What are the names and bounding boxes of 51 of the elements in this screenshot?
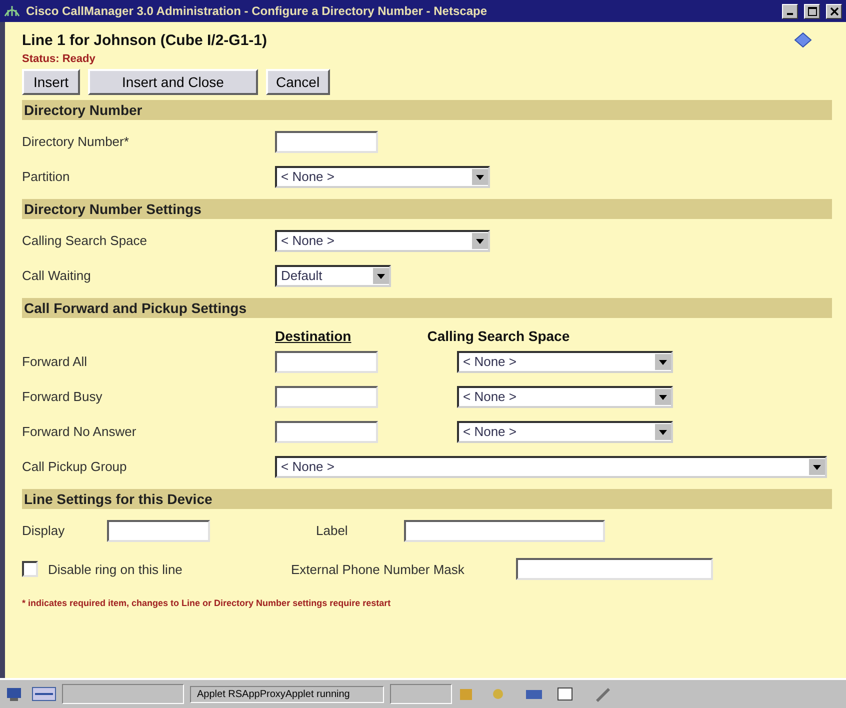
connection-icon xyxy=(32,687,56,701)
field-label: Call Pickup Group xyxy=(22,459,128,474)
field-label: Directory Number* xyxy=(22,134,130,149)
close-button[interactable] xyxy=(826,4,842,18)
input-field[interactable] xyxy=(275,420,378,442)
input-field[interactable] xyxy=(275,386,378,408)
field-label: Calling Search Space xyxy=(22,233,148,248)
section-header: Directory Number xyxy=(22,100,832,120)
checkbox[interactable] xyxy=(22,561,38,577)
close-icon xyxy=(830,6,838,16)
column-header: Destination xyxy=(275,328,352,344)
status-text: Status: Ready xyxy=(22,53,96,65)
dropdown[interactable]: < None > xyxy=(457,350,673,372)
dropdown[interactable]: < None > xyxy=(275,230,490,252)
input-field[interactable] xyxy=(107,520,210,542)
pen-icon xyxy=(594,686,612,702)
maximize-button[interactable] xyxy=(804,4,820,18)
field-label: Display xyxy=(22,523,66,538)
input-field[interactable] xyxy=(275,130,378,152)
input-field[interactable] xyxy=(275,350,378,372)
dropdown[interactable]: < None > xyxy=(275,166,490,188)
section-header: Line Settings for this Device xyxy=(22,489,832,509)
input-field[interactable] xyxy=(404,520,605,542)
maximize-icon xyxy=(808,6,816,16)
action-button[interactable]: Insert and Close xyxy=(88,69,258,95)
field-label: Call Waiting xyxy=(22,268,92,283)
field-label: Forward No Answer xyxy=(22,424,138,439)
dropdown[interactable]: < None > xyxy=(457,420,673,442)
action-button[interactable]: Insert xyxy=(22,69,80,95)
help-icon[interactable] xyxy=(794,32,812,48)
window-title: Cisco CallManager 3.0 Administration - Configure a Directory Number - Netscape xyxy=(26,4,488,18)
field-label: External Phone Number Mask xyxy=(291,562,466,576)
footnote: * indicates required item, changes to Line or Directory Number settings require restart xyxy=(22,598,392,608)
bridge-icon xyxy=(4,4,20,18)
dropdown[interactable]: Default xyxy=(275,264,391,286)
field-label: Forward All xyxy=(22,354,88,369)
action-button[interactable]: Cancel xyxy=(266,69,330,95)
dropdown[interactable]: < None > xyxy=(457,386,673,408)
dropdown[interactable]: < None > xyxy=(275,456,827,478)
page-heading: Line 1 for Johnson (Cube I/2-G1-1) xyxy=(22,32,268,49)
status-panel xyxy=(390,684,452,704)
column-header: Calling Search Space xyxy=(427,328,570,344)
field-label: Partition xyxy=(22,169,71,184)
section-header: Directory Number Settings xyxy=(22,199,832,219)
input-field[interactable] xyxy=(516,558,713,580)
section-header: Call Forward and Pickup Settings xyxy=(22,298,832,318)
checkbox-label: Disable ring on this line xyxy=(48,562,184,576)
status-bar-text: Applet RSAppProxyApplet running xyxy=(190,686,384,702)
field-label: Forward Busy xyxy=(22,389,104,404)
field-label: Label xyxy=(316,523,349,538)
minimize-button[interactable] xyxy=(782,4,798,18)
